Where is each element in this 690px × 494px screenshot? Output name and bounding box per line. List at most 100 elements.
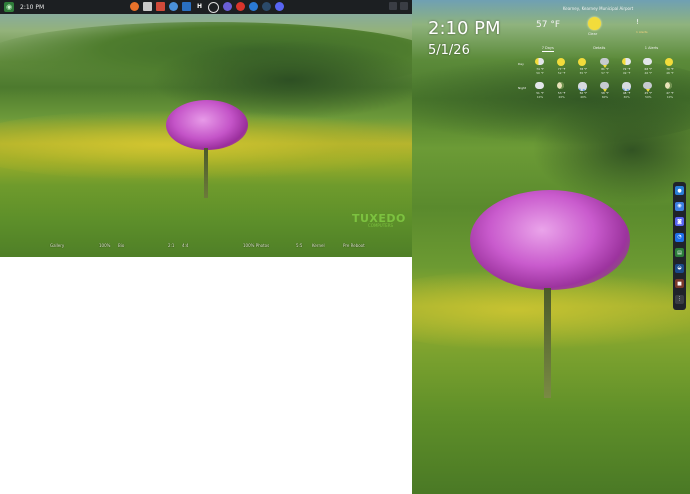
- tray-icon[interactable]: [389, 2, 397, 10]
- wallpaper-stem: [544, 288, 551, 398]
- app-icon[interactable]: ■: [675, 279, 684, 288]
- rain-weather-icon: [621, 82, 631, 91]
- forecast-day: 47 °F 10%: [662, 80, 678, 104]
- right-monitor: 2:10 PM 5/1/26 Kearney, Kearney Municipa…: [412, 0, 690, 494]
- forecast-row-label: Night: [518, 86, 527, 90]
- desktop-label: Gallery: [50, 243, 65, 248]
- bluetooth-icon[interactable]: [223, 2, 232, 11]
- desktop-clock: 2:10 PM: [428, 18, 501, 39]
- steam-icon[interactable]: ◒: [675, 263, 684, 273]
- forecast-row: Night 51 °F 10% 53 °F 20% 56 °F 40% 58 °F 60% 48 …: [518, 80, 678, 104]
- weather-temperature: 57 °F: [536, 20, 560, 30]
- forecast-day: 70 °F 48 °F: [662, 56, 678, 80]
- messenger-icon[interactable]: ◔: [675, 232, 684, 242]
- forecast-day: 45 °F 50%: [640, 80, 656, 104]
- tab-alerts[interactable]: 1 Alerts: [645, 46, 659, 52]
- tab-7-days[interactable]: 7 Days: [541, 46, 554, 52]
- forecast-low: 55 °F: [579, 71, 588, 75]
- desktop-label: 100% Photos: [243, 243, 270, 248]
- discord-icon[interactable]: [275, 2, 284, 11]
- weather-location: Kearney, Kearney Municipal Airport: [562, 6, 634, 11]
- forecast-row-label: Day: [518, 62, 524, 66]
- forecast-low: 50 °F: [536, 71, 544, 75]
- firefox-icon[interactable]: ●: [675, 186, 684, 195]
- side-dock: ● ◉ ◙ ◔ ▤ ◒ ■ ⋮: [673, 182, 686, 310]
- forecast-low: 60%: [601, 95, 609, 99]
- settings-icon[interactable]: [156, 2, 165, 11]
- h-icon[interactable]: H: [195, 2, 204, 11]
- forecast-cells: 51 °F 10% 53 °F 20% 56 °F 40% 58 °F 60% 48 °F 30%…: [532, 80, 678, 104]
- steam-icon[interactable]: [262, 2, 271, 11]
- sun-weather-icon: [556, 58, 565, 66]
- cloud-weather-icon: [535, 82, 544, 89]
- desktop-label: 100%: [99, 243, 111, 248]
- app-icon[interactable]: [182, 2, 191, 11]
- discord-icon[interactable]: ◙: [675, 217, 684, 226]
- alert-icon[interactable]: !: [636, 18, 639, 26]
- network-icon[interactable]: [236, 2, 245, 11]
- forecast-low: 30%: [623, 95, 630, 99]
- forecast-low: 10%: [666, 95, 674, 99]
- partly-weather-icon: [535, 58, 544, 65]
- forecast-low: 10%: [536, 95, 544, 99]
- sun-weather-icon: [664, 58, 673, 66]
- top-panel: ◉ 2:10 PM H: [0, 0, 412, 14]
- weather-widget[interactable]: Kearney, Kearney Municipal Airport 57 °F…: [512, 6, 682, 106]
- storm-weather-icon: [643, 82, 653, 92]
- firefox-icon[interactable]: [130, 2, 139, 11]
- forecast-low: 57 °F: [601, 71, 609, 75]
- desktop-widget-labels: Gallery 100% Bio 2:1 4:4 100% Photos 5:5…: [0, 243, 412, 255]
- forecast-day: 68 °F 46 °F: [640, 56, 656, 80]
- wallpaper-stem: [204, 148, 208, 198]
- desktop-date: 5/1/26: [428, 43, 470, 58]
- desktop-label: 2:1: [168, 243, 175, 248]
- dropbox-icon[interactable]: [249, 2, 258, 11]
- weather-tabs: 7 Days Details 1 Alerts: [522, 46, 678, 52]
- forecast-low: 20%: [558, 95, 565, 99]
- files-icon[interactable]: [143, 2, 152, 11]
- cloud-weather-icon: [643, 58, 653, 65]
- forecast-day: 78 °F 55 °F: [575, 56, 591, 80]
- partly-weather-icon: [621, 58, 631, 65]
- desktop-label: 4:4: [182, 243, 189, 248]
- forecast-low: 40%: [580, 95, 587, 99]
- sun-weather-icon: [578, 58, 587, 66]
- panel-clock[interactable]: 2:10 PM: [20, 4, 44, 11]
- clock-icon[interactable]: [208, 2, 219, 13]
- wallpaper-thistle-flower: [470, 190, 630, 290]
- forecast-day: 74 °F 50 °F: [532, 56, 548, 80]
- desktop-label: Pre Reboot: [343, 243, 365, 248]
- forecast-day: 72 °F 49 °F: [619, 56, 635, 80]
- storm-weather-icon: [599, 58, 609, 68]
- forecast-low: 48 °F: [666, 71, 674, 75]
- tray-icon[interactable]: [400, 2, 408, 10]
- forecast-day: 77 °F 52 °F: [554, 56, 570, 80]
- chrome-icon[interactable]: [169, 2, 178, 11]
- alert-count[interactable]: 1 Alerts: [636, 30, 648, 34]
- moon-weather-icon: [664, 82, 672, 89]
- taskbar-icons: H: [130, 2, 284, 13]
- left-monitor: ◉ 2:10 PM H Gallery 100% Bio 2:1 4:4 100…: [0, 0, 412, 257]
- forecast-cells: 74 °F 50 °F 77 °F 52 °F 78 °F 55 °F 81 °F 57 °F…: [532, 56, 678, 80]
- forecast-day: 58 °F 60%: [597, 80, 613, 104]
- chrome-icon[interactable]: ◉: [675, 201, 684, 211]
- forecast-low: 50%: [645, 95, 652, 99]
- storm-weather-icon: [599, 82, 609, 92]
- forecast-day: 51 °F 10%: [532, 80, 548, 104]
- tab-details[interactable]: Details: [593, 46, 605, 52]
- desktop-label: Kernel: [312, 243, 325, 248]
- sun-icon: [588, 17, 601, 30]
- forecast-day: 81 °F 57 °F: [597, 56, 613, 80]
- desktop-label: Bio: [118, 243, 125, 248]
- terminal-icon[interactable]: ▤: [675, 248, 684, 257]
- forecast-low: 49 °F: [622, 71, 631, 75]
- forecast-day: 56 °F 40%: [575, 80, 591, 104]
- forecast-low: 52 °F: [557, 71, 566, 75]
- rain-weather-icon: [578, 82, 588, 91]
- wallpaper-thistle-flower: [166, 100, 248, 150]
- apps-grid-icon[interactable]: ⋮: [675, 294, 684, 304]
- desktop-label: 5:5: [296, 243, 303, 248]
- forecast-day: 48 °F 30%: [619, 80, 635, 104]
- menu-icon[interactable]: ◉: [4, 2, 14, 12]
- moon-weather-icon: [556, 82, 564, 89]
